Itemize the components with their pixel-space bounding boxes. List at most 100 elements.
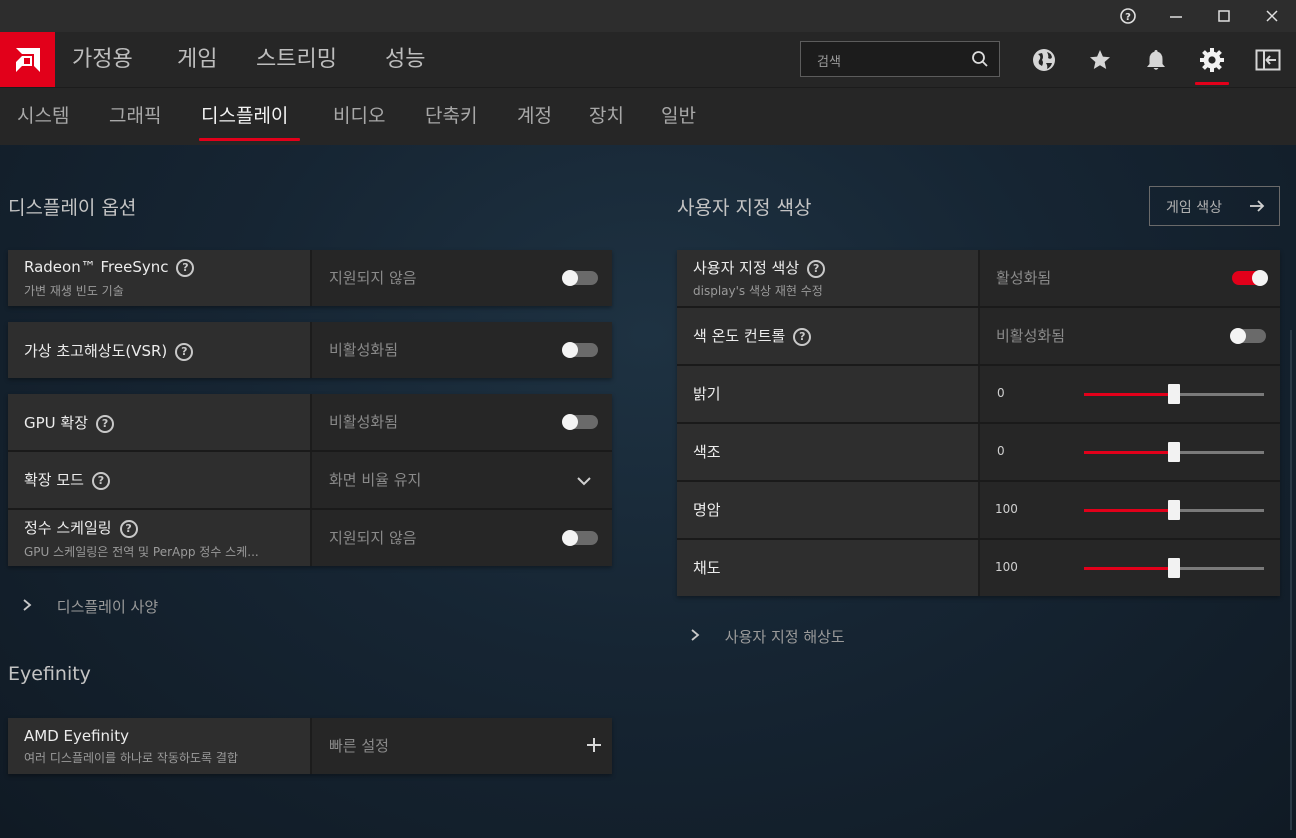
quick-setup-label[interactable]: 빠른 설정 (329, 735, 389, 756)
custom-color-card: 사용자 지정 색상? display's 색상 재현 수정 활성화됨 색 온도 … (677, 250, 1280, 596)
game-color-label: 게임 색상 (1166, 200, 1222, 216)
brightness-label: 밝기 (693, 385, 721, 403)
amd-logo-icon[interactable] (0, 32, 55, 87)
chevron-right-icon (690, 628, 712, 646)
gear-icon[interactable] (1196, 44, 1228, 76)
sidebar-toggle-icon[interactable] (1252, 44, 1284, 76)
freesync-sublabel: 가변 재생 빈도 기술 (24, 284, 124, 298)
search-box[interactable]: 검색 (800, 41, 1000, 77)
display-options-title: 디스플레이 옵션 (8, 197, 137, 219)
brightness-row: 밝기 0 (677, 366, 1280, 422)
freesync-toggle[interactable] (562, 270, 598, 286)
search-placeholder: 검색 (817, 55, 841, 70)
gpu-scaling-label: GPU 확장 (24, 414, 89, 432)
title-bar: ? (0, 0, 1296, 32)
scrollbar[interactable] (1290, 330, 1292, 830)
help-icon[interactable]: ? (1104, 0, 1152, 32)
tab-account[interactable]: 계정 (517, 88, 552, 144)
contrast-label: 명암 (693, 501, 721, 519)
minimize-button[interactable] (1152, 0, 1200, 32)
color-temp-label: 색 온도 컨트롤 (693, 327, 786, 345)
globe-icon[interactable] (1028, 44, 1060, 76)
tab-system[interactable]: 시스템 (17, 88, 69, 144)
top-navigation: 가정용 게임 스트리밍 성능 검색 (0, 32, 1296, 87)
hue-row: 색조 0 (677, 424, 1280, 480)
gpu-scaling-toggle[interactable] (562, 414, 598, 430)
tab-hotkeys[interactable]: 단축키 (425, 88, 477, 144)
brightness-value: 0 (997, 386, 1005, 400)
contrast-slider[interactable] (1084, 500, 1264, 520)
saturation-label: 채도 (693, 559, 721, 577)
saturation-value: 100 (995, 560, 1018, 574)
chevron-down-icon[interactable] (576, 472, 592, 491)
vsr-label: 가상 초고해상도(VSR) (24, 342, 168, 360)
eyefinity-title: Eyefinity (8, 663, 91, 685)
help-icon[interactable]: ? (807, 260, 826, 278)
hue-value: 0 (997, 444, 1005, 458)
gpu-scaling-value: 비활성화됨 (329, 413, 399, 431)
gpu-scaling-row: GPU 확장? 비활성화됨 (8, 394, 612, 450)
contrast-row: 명암 100 (677, 482, 1280, 538)
arrow-right-icon (1249, 198, 1265, 218)
integer-scaling-toggle[interactable] (562, 530, 598, 546)
color-temp-row: 색 온도 컨트롤? 비활성화됨 (677, 308, 1280, 364)
saturation-row: 채도 100 (677, 540, 1280, 596)
custom-color-label: 사용자 지정 색상 (693, 259, 800, 277)
saturation-slider[interactable] (1084, 558, 1264, 578)
scaling-mode-row[interactable]: 확장 모드? 화면 비율 유지 (8, 452, 612, 508)
tab-graphics[interactable]: 그래픽 (109, 88, 161, 144)
custom-color-sublabel: display's 색상 재현 수정 (693, 284, 823, 298)
amd-eyefinity-sublabel: 여러 디스플레이를 하나로 작동하도록 결합 (24, 751, 238, 765)
help-icon[interactable]: ? (91, 472, 110, 490)
custom-resolution-label: 사용자 지정 해상도 (724, 628, 845, 646)
freesync-label: Radeon™ FreeSync (24, 258, 169, 276)
hue-label: 색조 (693, 443, 721, 461)
nav-performance[interactable]: 성능 (385, 32, 425, 87)
tab-general[interactable]: 일반 (661, 88, 696, 144)
svg-text:?: ? (1125, 12, 1131, 23)
tab-video[interactable]: 비디오 (333, 88, 385, 144)
close-button[interactable] (1248, 0, 1296, 32)
help-icon[interactable]: ? (96, 415, 115, 433)
bell-icon[interactable] (1140, 44, 1172, 76)
vsr-toggle[interactable] (562, 342, 598, 358)
display-specs-label: 디스플레이 사양 (56, 598, 159, 616)
help-icon[interactable]: ? (119, 520, 138, 538)
settings-active-indicator (1195, 82, 1229, 85)
maximize-button[interactable] (1200, 0, 1248, 32)
display-specs-expander[interactable]: 디스플레이 사양 (22, 596, 158, 617)
custom-resolution-expander[interactable]: 사용자 지정 해상도 (690, 626, 845, 647)
custom-color-row: 사용자 지정 색상? display's 색상 재현 수정 활성화됨 (677, 250, 1280, 306)
plus-icon[interactable] (586, 737, 602, 757)
integer-scaling-label: 정수 스케일링 (24, 519, 112, 537)
custom-color-title: 사용자 지정 색상 (677, 197, 812, 219)
help-icon[interactable]: ? (176, 259, 195, 277)
tab-display[interactable]: 디스플레이 (201, 88, 288, 144)
integer-scaling-row: 정수 스케일링? GPU 스케일링은 전역 및 PerApp 정수 스케... … (8, 510, 612, 566)
nav-gaming[interactable]: 게임 (177, 32, 217, 87)
hue-slider[interactable] (1084, 442, 1264, 462)
nav-home[interactable]: 가정용 (72, 32, 133, 87)
tab-active-indicator (199, 138, 300, 141)
scaling-mode-label: 확장 모드 (24, 471, 84, 489)
settings-tabs: 시스템 그래픽 디스플레이 비디오 단축키 계정 장치 일반 (0, 87, 1296, 145)
brightness-slider[interactable] (1084, 384, 1264, 404)
chevron-right-icon (22, 598, 44, 616)
gpu-scaling-group: GPU 확장? 비활성화됨 확장 모드? 화면 비율 유지 정수 스케일링? G… (8, 394, 612, 566)
star-icon[interactable] (1084, 44, 1116, 76)
vsr-row: 가상 초고해상도(VSR)? 비활성화됨 (8, 322, 612, 378)
nav-streaming[interactable]: 스트리밍 (256, 32, 337, 87)
custom-color-toggle[interactable] (1232, 270, 1268, 286)
search-icon[interactable] (971, 50, 989, 72)
integer-scaling-sublabel: GPU 스케일링은 전역 및 PerApp 정수 스케... (24, 545, 259, 559)
integer-scaling-value: 지원되지 않음 (329, 529, 417, 547)
color-temp-toggle[interactable] (1230, 328, 1266, 344)
amd-eyefinity-label: AMD Eyefinity (24, 727, 129, 745)
tab-devices[interactable]: 장치 (589, 88, 624, 144)
contrast-value: 100 (995, 502, 1018, 516)
help-icon[interactable]: ? (175, 343, 194, 361)
help-icon[interactable]: ? (793, 328, 812, 346)
vsr-value: 비활성화됨 (329, 341, 399, 359)
freesync-value: 지원되지 않음 (329, 269, 417, 287)
game-color-button[interactable]: 게임 색상 (1149, 186, 1280, 226)
